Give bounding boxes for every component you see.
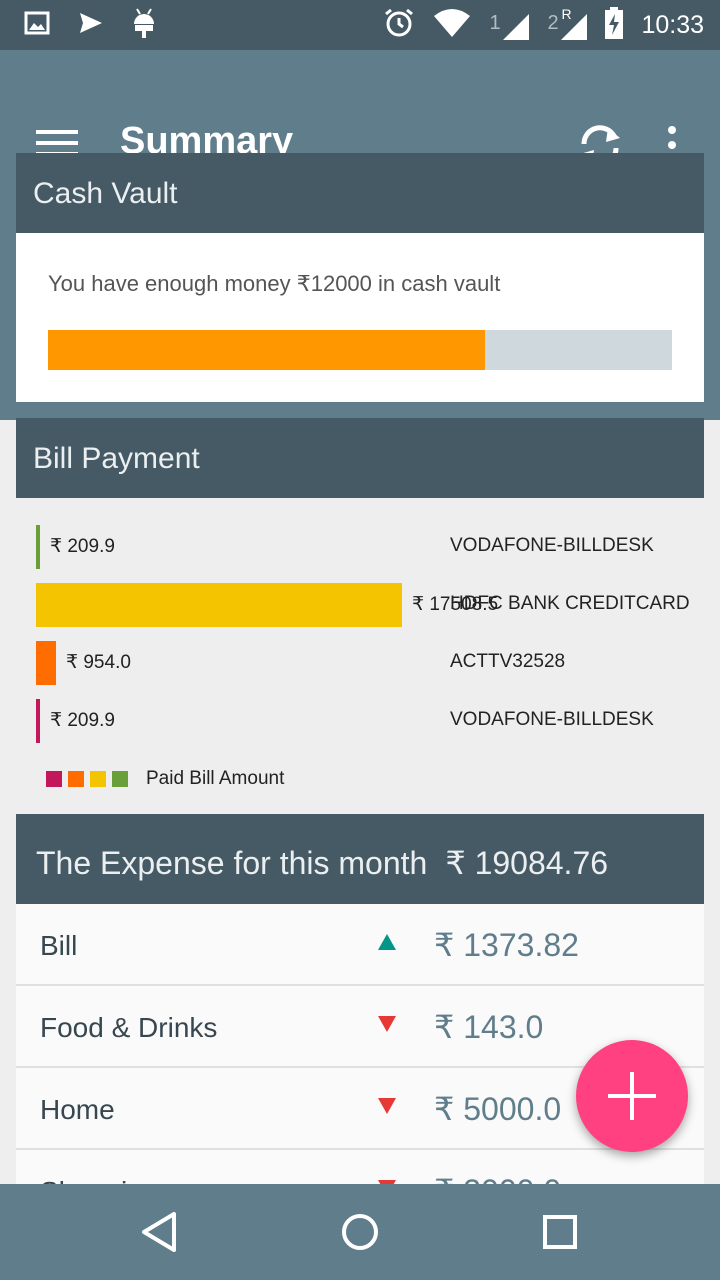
cash-vault-message: You have enough money ₹12000 in cash vau…: [48, 271, 501, 296]
bill-row: ₹ 17508.5 HDFC BANK CREDITCARD: [36, 583, 696, 627]
cash-vault-header: Cash Vault: [16, 153, 704, 233]
biller-name-label: HDFC BANK CREDITCARD: [450, 593, 690, 614]
expense-category: Food & Drinks: [40, 1012, 218, 1043]
bill-row: ₹ 209.9 VODAFONE-BILLDESK: [36, 525, 696, 569]
expense-total: ₹ 19084.76: [445, 845, 609, 881]
biller-name-label: ACTTV32528: [450, 651, 566, 672]
expense-category: Home: [40, 1094, 115, 1125]
alarm-icon: [383, 7, 415, 44]
expense-category: Bill: [40, 930, 78, 961]
bill-bar: [36, 525, 40, 569]
expense-row[interactable]: Shopping ₹ 3000.0: [16, 1150, 704, 1184]
expense-row[interactable]: Bill ₹ 1373.82: [16, 904, 704, 986]
android-icon: [132, 7, 156, 43]
recents-icon[interactable]: [536, 1208, 584, 1256]
expense-amount: ₹ 1373.82: [434, 927, 579, 963]
biller-name-label: VODAFONE-BILLDESK: [450, 535, 654, 556]
bill-amount-label: ₹ 954.0: [66, 652, 131, 673]
bill-bar: [36, 699, 40, 743]
progress-fill: [48, 330, 485, 370]
sim1-label: 1: [489, 12, 501, 34]
cash-vault-progress-bar: [48, 330, 672, 370]
sim2-label: 2: [547, 12, 559, 34]
legend-swatch: [68, 771, 84, 787]
back-icon[interactable]: [136, 1208, 184, 1256]
expense-amount: ₹ 5000.0: [434, 1091, 562, 1127]
bill-bar: [36, 641, 56, 685]
bill-bar: [36, 583, 402, 627]
expense-category: Shopping: [40, 1176, 158, 1184]
legend-label: Paid Bill Amount: [146, 768, 285, 789]
bill-payment-title: Bill Payment: [33, 442, 200, 475]
bill-payment-chart: Paid Bill Amount ₹ 209.9 VODAFONE-BILLDES…: [16, 498, 704, 798]
legend-swatch: [90, 771, 106, 787]
expense-amount: ₹ 3000.0: [434, 1172, 561, 1184]
bill-row: ₹ 954.0 ACTTV32528: [36, 641, 696, 685]
biller-name-label: VODAFONE-BILLDESK: [450, 709, 654, 730]
add-button[interactable]: [576, 1040, 688, 1152]
expense-amount: ₹ 143.0: [434, 1009, 544, 1045]
image-icon: [24, 11, 50, 40]
chart-legend: Paid Bill Amount: [46, 768, 284, 790]
cash-vault-title: Cash Vault: [33, 177, 178, 210]
trend-down-icon: [378, 1098, 396, 1114]
trend-up-icon: [378, 934, 396, 950]
cash-vault-card: You have enough money ₹12000 in cash vau…: [16, 233, 704, 402]
send-icon: [78, 11, 104, 40]
sim2-signal-icon: 2 R: [547, 6, 588, 40]
notification-icons: [24, 7, 156, 43]
navigation-bar: [0, 1184, 720, 1280]
home-icon[interactable]: [336, 1208, 384, 1256]
bill-row: ₹ 209.9 VODAFONE-BILLDESK: [36, 699, 696, 743]
battery-charging-icon: [605, 6, 624, 44]
expense-title: The Expense for this month: [36, 845, 428, 881]
bill-amount-label: ₹ 209.9: [50, 536, 115, 557]
bill-amount-label: ₹ 209.9: [50, 710, 115, 731]
legend-swatch: [46, 771, 62, 787]
status-bar: 1 2 R 10:33: [0, 0, 720, 50]
bill-payment-header: Bill Payment: [16, 418, 704, 498]
clock: 10:33: [641, 10, 704, 39]
legend-swatch: [112, 771, 128, 787]
system-icons: 1 2 R 10:33: [383, 6, 704, 44]
expense-header: The Expense for this month ₹ 19084.76: [16, 814, 704, 904]
trend-down-icon: [378, 1016, 396, 1032]
sim1-signal-icon: 1: [489, 10, 530, 40]
wifi-icon: [433, 8, 471, 43]
